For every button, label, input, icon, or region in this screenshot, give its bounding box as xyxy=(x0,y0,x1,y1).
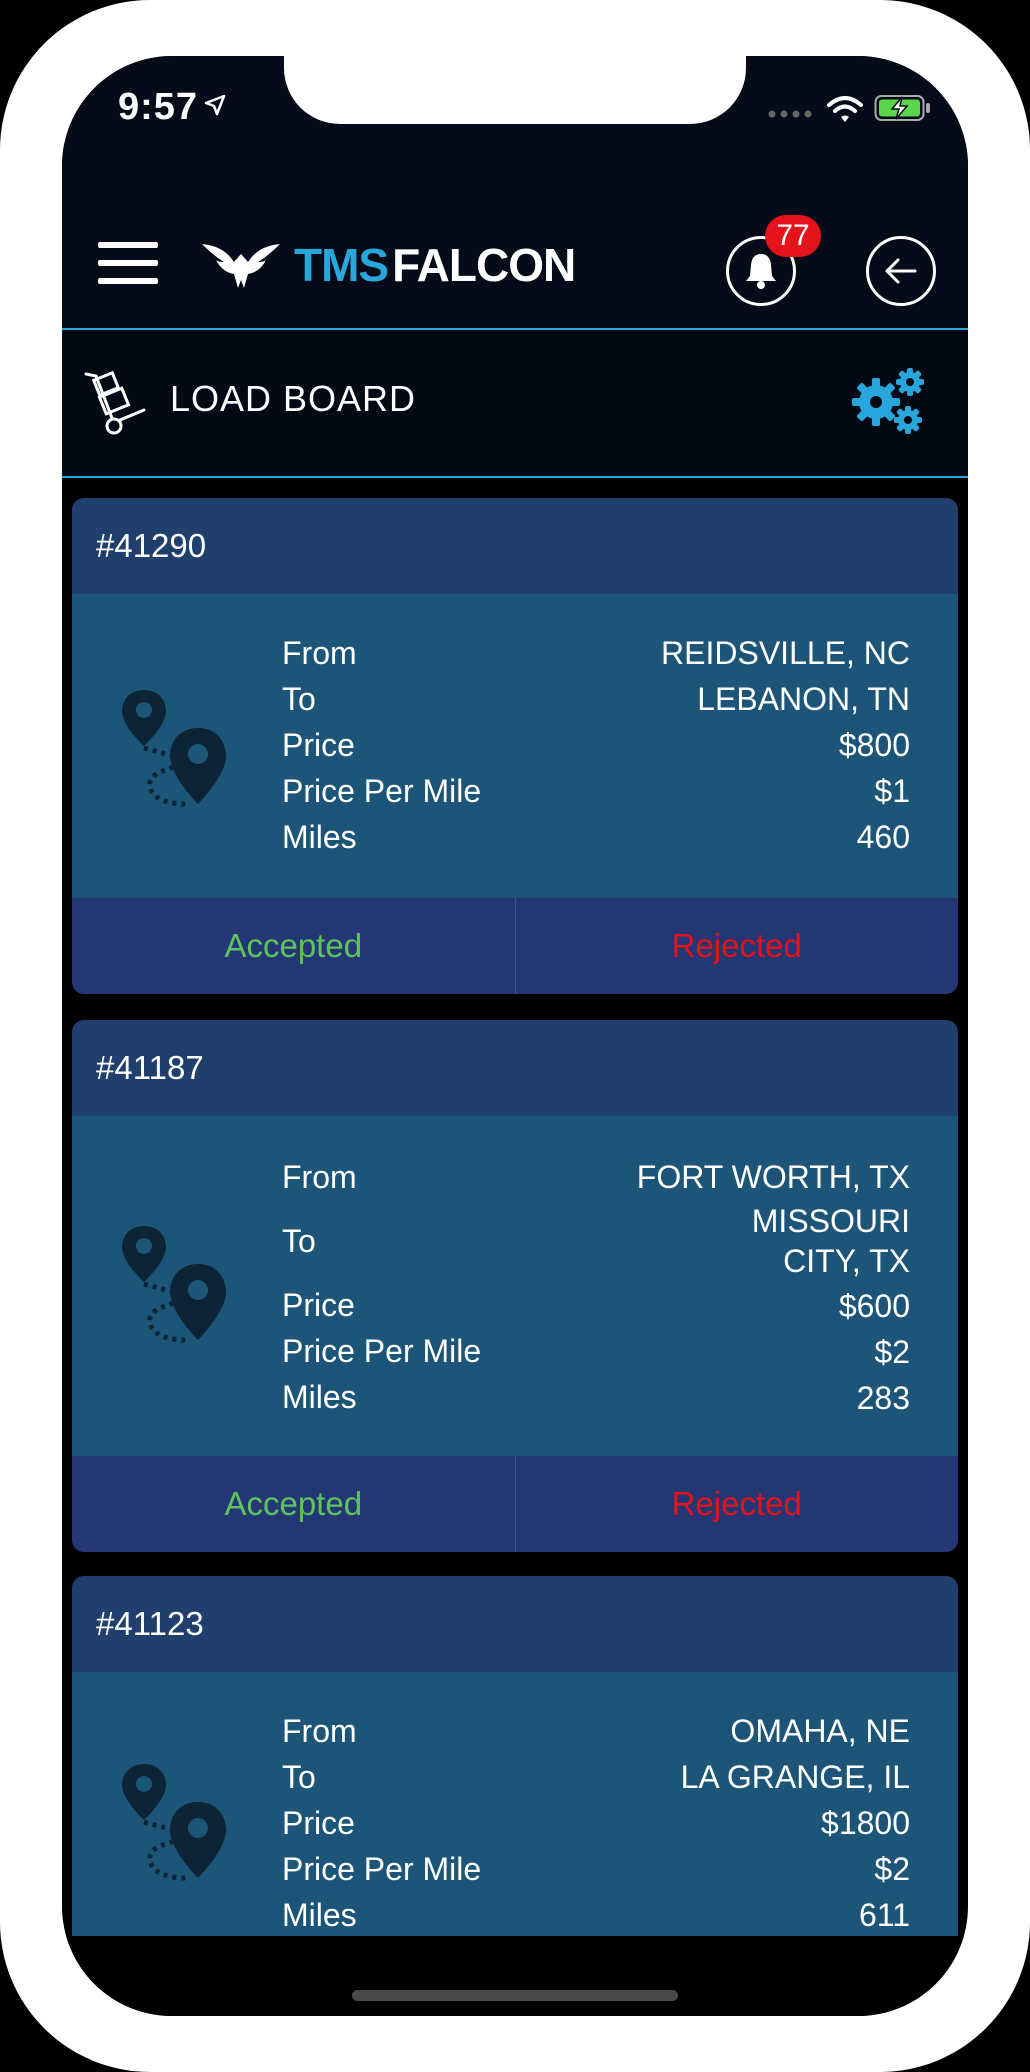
value-to: LA GRANGE, IL xyxy=(680,1759,910,1795)
label-miles: Miles xyxy=(282,819,357,855)
load-list: #41290 From To Price Price Per Mile Mile… xyxy=(72,498,958,1992)
page-title-bar: LOAD BOARD xyxy=(62,330,968,478)
load-details: From To Price Price Per Mile Miles FORT … xyxy=(72,1116,958,1456)
logo-text-falcon: FALCON xyxy=(392,239,576,291)
value-miles: 611 xyxy=(858,1897,910,1933)
value-to-line2: CITY, TX xyxy=(783,1243,910,1279)
value-to: LEBANON, TN xyxy=(697,681,910,717)
label-price: Price xyxy=(282,727,355,763)
label-price: Price xyxy=(282,1805,355,1841)
load-id: #41187 xyxy=(72,1020,958,1116)
label-miles: Miles xyxy=(282,1897,357,1933)
reject-button[interactable]: Rejected xyxy=(516,1456,959,1552)
value-to: MISSOURI xyxy=(751,1203,910,1239)
label-price: Price xyxy=(282,1287,355,1323)
value-price-per-mile: $2 xyxy=(874,1851,910,1887)
load-card[interactable]: #41123 From To Price Price Per Mile Mile… xyxy=(72,1576,958,1992)
falcon-logo-icon xyxy=(202,244,280,288)
load-id: #41290 xyxy=(72,498,958,594)
label-from: From xyxy=(282,635,357,671)
route-pins-icon xyxy=(122,690,226,807)
arrow-left-icon xyxy=(885,258,917,284)
value-miles: 283 xyxy=(856,1380,910,1416)
logo-text-tms: TMS xyxy=(294,239,389,291)
home-area xyxy=(62,1936,968,2016)
value-price-per-mile: $1 xyxy=(874,773,910,809)
load-card[interactable]: #41187 From To Price Price Per Mile Mile… xyxy=(72,1020,958,1552)
back-button[interactable] xyxy=(866,236,936,306)
value-price: $1800 xyxy=(821,1805,910,1841)
accept-button[interactable]: Accepted xyxy=(72,898,516,994)
load-id: #41123 xyxy=(72,1576,958,1672)
notch xyxy=(284,56,746,124)
status-bar: 9:57 xyxy=(62,56,968,186)
route-pins-icon xyxy=(122,1226,226,1343)
value-from: OMAHA, NE xyxy=(730,1713,910,1749)
app-header: TMSFALCON 77 xyxy=(62,186,968,330)
notification-badge: 77 xyxy=(765,215,821,257)
value-from: REIDSVILLE, NC xyxy=(661,635,910,671)
hand-truck-icon xyxy=(84,370,146,435)
phone-frame: 9:57 TMSFALCON 77 LOAD BOARD #41290 From… xyxy=(0,0,1030,2072)
battery-charging-icon xyxy=(874,95,930,121)
bell-icon xyxy=(746,254,776,289)
value-price: $800 xyxy=(838,727,910,763)
label-from: From xyxy=(282,1713,357,1749)
label-to: To xyxy=(282,1759,316,1795)
load-details: From To Price Price Per Mile Miles OMAHA… xyxy=(72,1672,958,1976)
label-from: From xyxy=(282,1159,357,1195)
reject-button[interactable]: Rejected xyxy=(516,898,959,994)
value-from: FORT WORTH, TX xyxy=(636,1159,910,1195)
volume-down-button xyxy=(0,560,6,698)
power-button xyxy=(1024,430,1030,652)
settings-gears-icon[interactable] xyxy=(850,366,928,438)
status-time: 9:57 xyxy=(118,86,199,128)
app-logo: TMSFALCON xyxy=(202,238,576,292)
location-arrow-icon xyxy=(204,94,226,116)
route-pins-icon xyxy=(122,1764,226,1881)
home-indicator[interactable] xyxy=(352,1990,678,2001)
label-price-per-mile: Price Per Mile xyxy=(282,773,482,809)
value-price: $600 xyxy=(838,1288,910,1324)
load-card[interactable]: #41290 From To Price Price Per Mile Mile… xyxy=(72,498,958,994)
accept-button[interactable]: Accepted xyxy=(72,1456,516,1552)
cellular-signal-icon xyxy=(768,110,812,118)
load-actions: Accepted Rejected xyxy=(72,1456,958,1552)
mute-switch xyxy=(0,258,6,330)
value-miles: 460 xyxy=(856,819,910,855)
label-to: To xyxy=(282,1223,316,1259)
label-miles: Miles xyxy=(282,1379,357,1415)
value-price-per-mile: $2 xyxy=(874,1334,910,1370)
label-to: To xyxy=(282,681,316,717)
hamburger-menu-icon[interactable] xyxy=(98,242,158,284)
load-details: From To Price Price Per Mile Miles REIDS… xyxy=(72,594,958,898)
volume-up-button xyxy=(0,390,6,528)
screen: 9:57 TMSFALCON 77 LOAD BOARD #41290 From… xyxy=(62,56,968,2016)
load-actions: Accepted Rejected xyxy=(72,898,958,994)
label-price-per-mile: Price Per Mile xyxy=(282,1333,482,1369)
wifi-icon xyxy=(827,96,863,122)
label-price-per-mile: Price Per Mile xyxy=(282,1851,482,1887)
page-title: LOAD BOARD xyxy=(170,378,417,419)
